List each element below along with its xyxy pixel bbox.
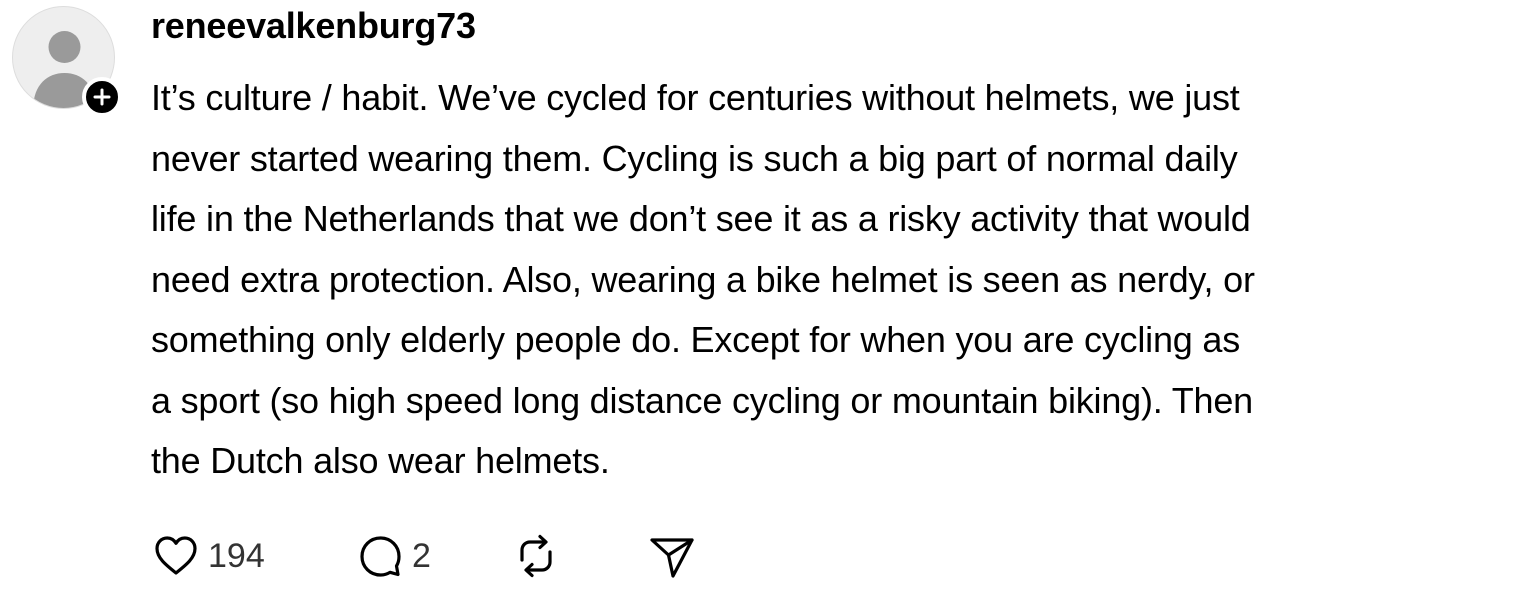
post-body-line: something only elderly people do. Except… [151,319,1241,360]
reply-button[interactable]: 2 [356,528,431,584]
post-body-line: a sport (so high speed long distance cyc… [151,379,1253,421]
avatar-container [12,6,124,117]
post-body-line: the Dutch also wear helmets. [151,440,610,481]
follow-button[interactable] [82,77,122,117]
post-body: It’s culture / habit. We’ve cycled for c… [151,68,1536,492]
action-bar: 194 2 [150,528,750,584]
post-body-line: need extra protection. Also, wearing a b… [151,258,1255,300]
heart-icon [155,536,197,575]
reply-count: 2 [412,537,431,575]
post-body-line: life in the Netherlands that we don’t se… [151,198,1251,239]
plus-icon [93,88,111,106]
like-count: 194 [208,537,265,575]
repost-icon [520,534,552,578]
post-body-line: It’s culture / habit. We’ve cycled for c… [151,77,1240,118]
share-button[interactable] [646,528,698,584]
send-icon [650,538,694,578]
comment-icon [360,536,401,577]
like-button[interactable]: 194 [152,528,265,584]
thread-post: reneevalkenburg73 It’s culture / habit. … [0,0,1540,590]
username[interactable]: reneevalkenburg73 [151,4,476,48]
repost-button[interactable] [508,528,564,584]
post-body-line: never started wearing them. Cycling is s… [151,137,1238,179]
